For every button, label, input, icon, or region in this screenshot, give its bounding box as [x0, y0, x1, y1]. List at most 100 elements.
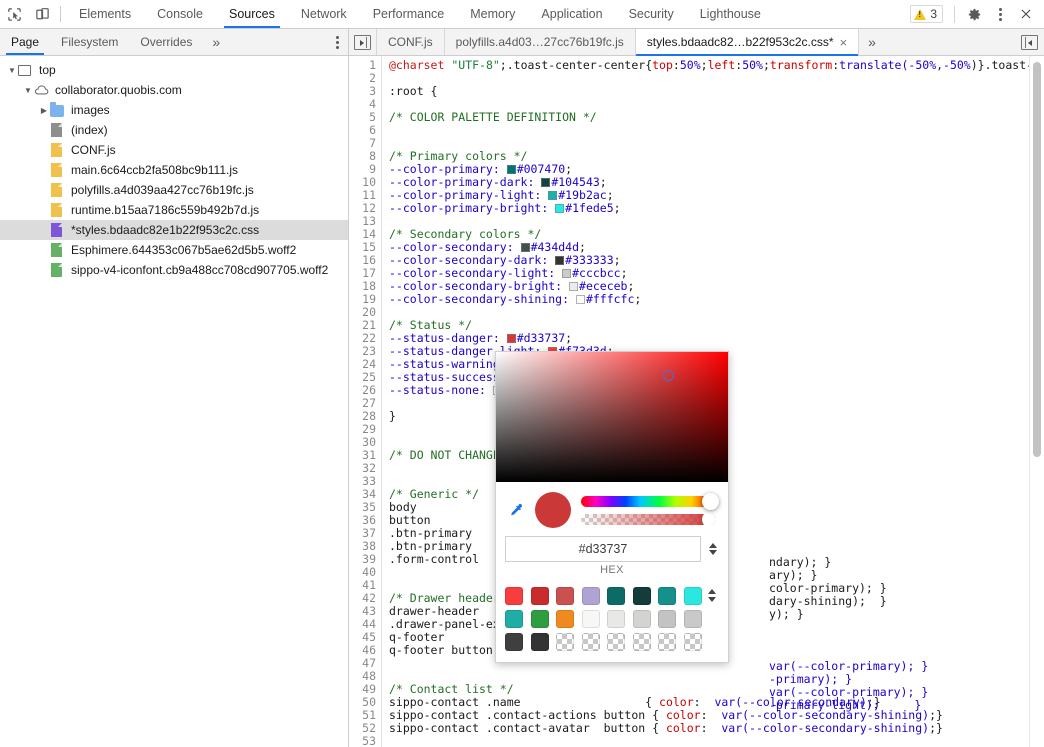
warning-count-badge[interactable]: 3: [910, 5, 943, 23]
palette-swatch[interactable]: [632, 587, 651, 605]
code-line[interactable]: [383, 72, 1029, 85]
tree-item[interactable]: polyfills.a4d039aa427cc76b19fc.js: [0, 180, 348, 200]
color-format-stepper[interactable]: [707, 543, 719, 555]
color-swatch[interactable]: [506, 334, 516, 343]
color-spectrum[interactable]: [496, 352, 728, 482]
close-icon[interactable]: [1014, 2, 1038, 26]
palette-swatch[interactable]: [607, 610, 625, 628]
tree-item[interactable]: *styles.bdaadc82e1b22f953c2c.css: [0, 220, 348, 240]
color-swatch[interactable]: [555, 204, 565, 213]
palette-swatch[interactable]: [530, 610, 549, 628]
color-swatch[interactable]: [520, 243, 530, 252]
tree-item[interactable]: sippo-v4-iconfont.cb9a488cc708cd907705.w…: [0, 260, 348, 280]
panel-tab-lighthouse[interactable]: Lighthouse: [687, 0, 774, 28]
hue-slider-knob[interactable]: [702, 492, 719, 510]
code-line[interactable]: sippo-contact .contact-avatar button { c…: [383, 722, 1029, 735]
code-line[interactable]: [383, 306, 1029, 319]
palette-swatch[interactable]: [683, 587, 702, 605]
code-line[interactable]: [383, 124, 1029, 137]
palette-swatch[interactable]: [632, 633, 651, 651]
code-line[interactable]: /* COLOR PALETTE DEFINITION */: [383, 111, 1029, 124]
device-toolbar-icon[interactable]: [28, 0, 56, 28]
palette-swatch[interactable]: [556, 610, 574, 628]
palette-swatch[interactable]: [632, 610, 651, 628]
file-tabs-more-button[interactable]: »: [859, 29, 885, 55]
close-icon[interactable]: ×: [840, 36, 848, 49]
tree-item[interactable]: ▼ collaborator.quobis.com: [0, 80, 348, 100]
color-swatch[interactable]: [575, 295, 585, 304]
palette-swatch[interactable]: [683, 610, 702, 628]
show-sidebar-icon[interactable]: [1021, 34, 1038, 50]
panel-tab-elements[interactable]: Elements: [66, 0, 144, 28]
file-tab-conf-js[interactable]: CONF.js: [377, 29, 445, 55]
panel-tab-performance[interactable]: Performance: [360, 0, 458, 28]
chevron-up-icon[interactable]: [709, 543, 717, 548]
file-tab-styles-css[interactable]: styles.bdaadc82…b22f953c2c.css* ×: [635, 29, 860, 56]
palette-swatch[interactable]: [581, 633, 600, 651]
tree-item[interactable]: CONF.js: [0, 140, 348, 160]
inspect-cursor-icon[interactable]: [0, 0, 28, 28]
panel-tab-network[interactable]: Network: [288, 0, 360, 28]
palette-swatch[interactable]: [658, 633, 676, 651]
code-line[interactable]: @charset "UTF-8";.toast-center-center{to…: [383, 59, 1029, 72]
code-line[interactable]: [383, 735, 1029, 747]
chevron-down-icon[interactable]: [708, 597, 716, 602]
color-swatch[interactable]: [555, 256, 565, 265]
palette-swatch[interactable]: [581, 610, 600, 628]
color-swatch[interactable]: [548, 191, 558, 200]
hue-slider[interactable]: [581, 492, 719, 510]
color-spectrum-handle[interactable]: [663, 370, 674, 381]
palette-swatch[interactable]: [607, 633, 625, 651]
palette-swatch[interactable]: [658, 610, 676, 628]
panel-tab-memory[interactable]: Memory: [457, 0, 528, 28]
palette-swatch[interactable]: [658, 587, 676, 605]
collapse-sidebar-icon[interactable]: [349, 29, 377, 55]
palette-swatch[interactable]: [556, 587, 574, 605]
eyedropper-icon[interactable]: [505, 502, 525, 519]
color-swatch[interactable]: [506, 165, 516, 174]
tree-item[interactable]: main.6c64ccb2fa508bc9b111.js: [0, 160, 348, 180]
palette-swatch[interactable]: [505, 610, 523, 628]
nav-tab-page[interactable]: Page: [0, 29, 50, 55]
editor-vertical-scrollbar[interactable]: [1029, 56, 1044, 747]
chevron-right-icon[interactable]: ▶: [38, 104, 50, 116]
chevron-down-icon[interactable]: ▼: [6, 64, 18, 76]
code-line[interactable]: --color-secondary-shining: #fffcfc;: [383, 293, 1029, 306]
palette-swatch[interactable]: [556, 633, 574, 651]
file-tab-polyfills-js[interactable]: polyfills.a4d03…27cc76b19fc.js: [445, 29, 636, 55]
palette-swatch[interactable]: [530, 587, 549, 605]
nav-tab-filesystem[interactable]: Filesystem: [50, 29, 129, 55]
tree-item[interactable]: Esphimere.644353c067b5ae62d5b5.woff2: [0, 240, 348, 260]
color-swatch[interactable]: [569, 282, 579, 291]
tree-item[interactable]: ▶ images: [0, 100, 348, 120]
panel-tab-security[interactable]: Security: [616, 0, 687, 28]
tree-item[interactable]: (index): [0, 120, 348, 140]
alpha-slider[interactable]: [581, 513, 716, 525]
nav-tab-overrides[interactable]: Overrides: [129, 29, 203, 55]
gear-icon[interactable]: [962, 2, 986, 26]
tree-item[interactable]: ▼ top: [0, 60, 348, 80]
chevron-down-icon[interactable]: [709, 550, 717, 555]
palette-swatch[interactable]: [530, 633, 549, 651]
palette-swatch[interactable]: [607, 587, 625, 605]
panel-tab-sources[interactable]: Sources: [216, 0, 288, 28]
kebab-menu-icon[interactable]: [988, 2, 1012, 26]
code-line[interactable]: :root {: [383, 85, 1029, 98]
panel-tab-application[interactable]: Application: [528, 0, 615, 28]
chevron-up-icon[interactable]: [708, 589, 716, 594]
palette-swatch[interactable]: [581, 587, 600, 605]
tree-item[interactable]: runtime.b15aa7186c559b492b7d.js: [0, 200, 348, 220]
color-swatch[interactable]: [541, 178, 551, 187]
hex-input[interactable]: [505, 536, 701, 562]
palette-swatch[interactable]: [505, 587, 523, 605]
color-swatch[interactable]: [562, 269, 572, 278]
chevron-down-icon[interactable]: ▼: [22, 84, 34, 96]
palette-swatch[interactable]: [505, 633, 523, 651]
panel-tab-console[interactable]: Console: [144, 0, 216, 28]
navigator-menu-icon[interactable]: [326, 29, 348, 55]
color-picker-popover[interactable]: HEX: [495, 351, 729, 663]
code-line[interactable]: --color-primary-bright: #1fede5;: [383, 202, 1029, 215]
palette-stepper[interactable]: [705, 587, 719, 602]
palette-swatch[interactable]: [683, 633, 702, 651]
nav-more-tabs-button[interactable]: »: [203, 29, 229, 55]
